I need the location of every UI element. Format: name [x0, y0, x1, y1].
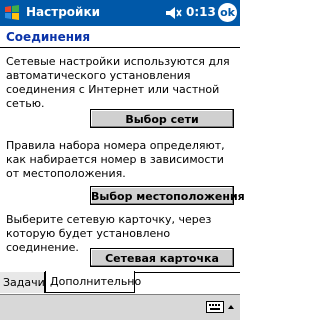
tab-advanced[interactable]: Дополнительно	[45, 271, 141, 293]
speaker-icon[interactable]	[165, 6, 183, 20]
tab-tasks[interactable]: Задачи	[0, 272, 45, 293]
tab-strip: Задачи Дополнительно	[0, 271, 240, 294]
caret-up-icon[interactable]	[228, 305, 234, 309]
keyboard-icon[interactable]	[206, 301, 224, 313]
windows-logo-icon[interactable]	[3, 4, 21, 22]
network-card-button[interactable]: Сетевая карточка	[90, 248, 234, 267]
network-settings-description: Сетевые настройки используются для автом…	[6, 55, 230, 110]
heading-divider	[0, 47, 240, 48]
title-bar: Настройки 0:13 ok	[0, 0, 240, 26]
page-title: Соединения	[6, 30, 91, 44]
app-title: Настройки	[26, 5, 101, 19]
dialing-rules-description: Правила набора номера определяют, как на…	[6, 139, 225, 180]
menu-bar	[0, 294, 240, 320]
clock[interactable]: 0:13	[186, 5, 216, 19]
select-location-button[interactable]: Выбор местоположения	[90, 186, 245, 205]
ok-button[interactable]: ok	[218, 3, 237, 22]
select-network-button[interactable]: Выбор сети	[90, 109, 234, 128]
